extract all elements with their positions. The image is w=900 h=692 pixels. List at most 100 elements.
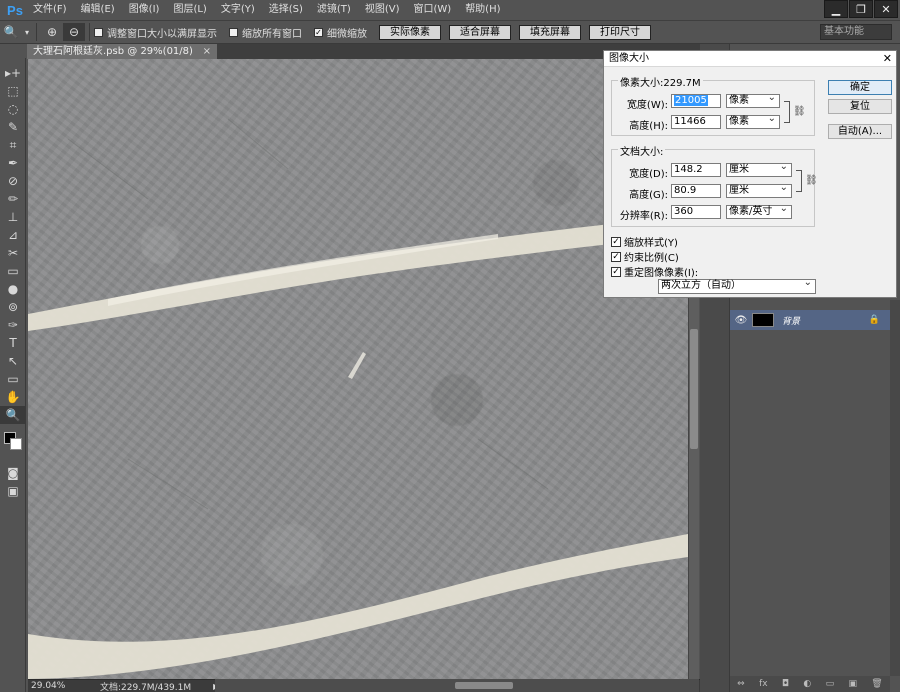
document-tab[interactable]: 大理石阿根廷灰.psb @ 29%(01/8) × <box>27 44 217 59</box>
tab-close-icon[interactable]: × <box>203 44 211 59</box>
menu-file[interactable]: 文件(F) <box>26 0 74 20</box>
menu-edit[interactable]: 编辑(E) <box>74 0 122 20</box>
pen-tool-icon[interactable]: ✑ <box>0 316 26 334</box>
menu-image[interactable]: 图像(I) <box>122 0 167 20</box>
close-button[interactable]: ✕ <box>874 0 898 18</box>
blur-tool-icon[interactable]: ● <box>0 280 26 298</box>
minimize-button[interactable]: ▁ <box>824 0 848 18</box>
magic-wand-tool-icon[interactable]: ✎ <box>0 118 26 136</box>
constrain-label: 约束比例(C) <box>624 253 679 264</box>
move-tool-icon[interactable]: ▸+ <box>0 64 26 82</box>
workspace-select[interactable]: 基本功能 <box>820 24 892 40</box>
gradient-tool-icon[interactable]: ▭ <box>0 262 26 280</box>
zoom-out-icon[interactable]: ⊖ <box>63 23 85 41</box>
lasso-tool-icon[interactable]: ◌ <box>0 100 26 118</box>
marquee-tool-icon[interactable]: ⬚ <box>0 82 26 100</box>
scrollbar-thumb[interactable] <box>690 329 698 449</box>
separator <box>89 23 90 41</box>
scrubby-zoom-checkbox[interactable]: ✓ 细微缩放 <box>314 25 367 40</box>
link-bracket <box>796 170 802 192</box>
resolution-input[interactable]: 360 <box>671 205 721 219</box>
doc-height-unit-select[interactable]: 厘米 <box>726 182 792 198</box>
menu-select[interactable]: 选择(S) <box>262 0 310 20</box>
constrain-proportions-checkbox[interactable]: ✓ 约束比例(C) <box>611 249 679 264</box>
fit-screen-button[interactable]: 适合屏幕 <box>449 24 511 40</box>
zoom-tool-active-icon[interactable]: 🔍 <box>0 406 26 424</box>
zoom-all-windows-checkbox[interactable]: 缩放所有窗口 <box>229 25 302 40</box>
layers-list <box>730 330 890 676</box>
crop-tool-icon[interactable]: ⌗ <box>0 136 26 154</box>
canvas-horizontal-scrollbar[interactable] <box>215 679 699 692</box>
zoom-in-icon[interactable]: ⊕ <box>41 23 63 41</box>
resolution-unit-select[interactable]: 像素/英寸 <box>726 203 792 219</box>
menu-view[interactable]: 视图(V) <box>358 0 407 20</box>
document-canvas[interactable] <box>28 59 688 679</box>
background-color[interactable] <box>10 438 22 450</box>
screen-mode-icon[interactable]: ▣ <box>0 482 26 500</box>
scale-styles-checkbox[interactable]: ✓ 缩放样式(Y) <box>611 234 678 249</box>
doc-height-label: 高度(G): <box>629 190 668 201</box>
reset-button[interactable]: 复位 <box>828 99 892 114</box>
menu-help[interactable]: 帮助(H) <box>458 0 507 20</box>
doc-width-unit-select[interactable]: 厘米 <box>726 161 792 177</box>
menu-window[interactable]: 窗口(W) <box>406 0 458 20</box>
resize-windows-checkbox[interactable]: 调整窗口大小以满屏显示 <box>94 25 217 40</box>
eye-icon[interactable]: 👁 <box>730 315 752 326</box>
layers-scrollbar[interactable] <box>890 300 900 676</box>
fill-screen-button[interactable]: 填充屏幕 <box>519 24 581 40</box>
doc-height-input[interactable]: 80.9 <box>671 184 721 198</box>
quick-mask-icon[interactable]: ◙ <box>0 464 26 482</box>
height-unit-select[interactable]: 像素 <box>726 113 780 129</box>
history-brush-tool-icon[interactable]: ⊿ <box>0 226 26 244</box>
scrollbar-thumb[interactable] <box>455 682 513 689</box>
menu-filter[interactable]: 滤镜(T) <box>310 0 358 20</box>
brush-tool-icon[interactable]: ✏ <box>0 190 26 208</box>
new-group-icon[interactable]: ▭ <box>826 679 835 689</box>
dodge-tool-icon[interactable]: ⊚ <box>0 298 26 316</box>
document-tab-title: 大理石阿根廷灰.psb @ 29%(01/8) <box>33 46 193 57</box>
adjustment-layer-icon[interactable]: ◐ <box>803 679 811 689</box>
tool-preset-dropdown-icon[interactable]: ▾ <box>22 23 32 41</box>
pixel-dimensions-label: 像素大小:229.7M <box>618 74 703 89</box>
print-size-button[interactable]: 打印尺寸 <box>589 24 651 40</box>
menu-type[interactable]: 文字(Y) <box>214 0 262 20</box>
dialog-titlebar[interactable]: 图像大小 ✕ <box>604 51 896 67</box>
dialog-close-icon[interactable]: ✕ <box>883 51 892 67</box>
auto-button[interactable]: 自动(A)... <box>828 124 892 139</box>
checkbox-box <box>229 27 238 37</box>
height-input[interactable]: 11466 <box>671 115 721 129</box>
add-mask-icon[interactable]: ◘ <box>782 679 789 689</box>
separator <box>36 23 37 41</box>
resample-image-checkbox[interactable]: ✓ 重定图像像素(I): <box>611 264 698 279</box>
menu-layer[interactable]: 图层(L) <box>166 0 213 20</box>
eyedropper-tool-icon[interactable]: ✒ <box>0 154 26 172</box>
zoom-level[interactable]: 29.04% <box>28 681 65 691</box>
width-input[interactable]: 21005 <box>671 94 721 108</box>
trash-icon[interactable]: 🗑 <box>871 679 882 689</box>
eraser-tool-icon[interactable]: ✂ <box>0 244 26 262</box>
type-tool-icon[interactable]: T <box>0 334 26 352</box>
checkbox-checked: ✓ <box>611 236 621 247</box>
width-unit-select[interactable]: 像素 <box>726 92 780 108</box>
path-selection-tool-icon[interactable]: ↖ <box>0 352 26 370</box>
link-layers-icon[interactable]: ⇔ <box>737 679 745 689</box>
actual-pixels-button[interactable]: 实际像素 <box>379 24 441 40</box>
checkbox-checked: ✓ <box>611 251 621 262</box>
restore-button[interactable]: ❐ <box>849 0 873 18</box>
clone-stamp-tool-icon[interactable]: ⊥ <box>0 208 26 226</box>
zoom-tool-icon[interactable]: 🔍 <box>0 23 22 41</box>
resize-windows-label: 调整窗口大小以满屏显示 <box>107 28 217 40</box>
layer-style-icon[interactable]: fx <box>759 679 768 689</box>
window-controls: ▁ ❐ ✕ <box>823 0 898 18</box>
doc-width-input[interactable]: 148.2 <box>671 163 721 177</box>
layer-row-background[interactable]: 👁 背景 🔒 <box>730 310 890 330</box>
new-layer-icon[interactable]: ▣ <box>848 679 857 689</box>
hand-tool-icon[interactable]: ✋ <box>0 388 26 406</box>
ok-button[interactable]: 确定 <box>828 80 892 95</box>
resample-method-select[interactable]: 两次立方（自动） <box>658 277 816 294</box>
scrubby-zoom-label: 细微缩放 <box>327 28 367 40</box>
resample-label: 重定图像像素(I): <box>624 268 699 279</box>
healing-brush-tool-icon[interactable]: ⊘ <box>0 172 26 190</box>
rectangle-tool-icon[interactable]: ▭ <box>0 370 26 388</box>
document-size-status: 文档:229.7M/439.1M <box>100 682 192 692</box>
